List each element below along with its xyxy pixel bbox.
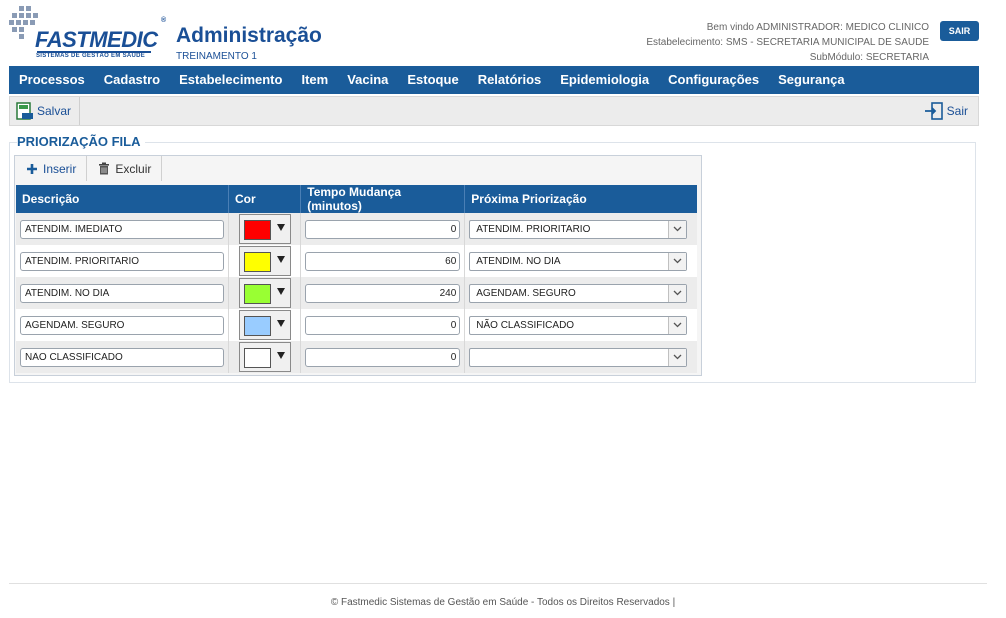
save-label: Salvar bbox=[37, 104, 72, 118]
color-swatch bbox=[244, 252, 271, 272]
chevron-down-icon bbox=[668, 220, 687, 238]
color-picker[interactable] bbox=[239, 342, 291, 372]
color-swatch bbox=[244, 284, 271, 304]
caret-down-icon bbox=[277, 352, 285, 359]
grid-header-row: Descrição Cor Tempo Mudança (minutos) Pr… bbox=[16, 185, 697, 213]
caret-down-icon bbox=[277, 224, 285, 231]
fastmedic-logo: FASTMEDIC ® SISTEMAS DE GESTÃO EM SAÚDE bbox=[9, 6, 166, 62]
main-menu: Processos Cadastro Estabelecimento Item … bbox=[9, 66, 979, 94]
color-swatch bbox=[244, 316, 271, 336]
select-value: ATENDIM. PRIORITARIO bbox=[476, 223, 591, 235]
description-input[interactable] bbox=[20, 251, 224, 271]
plus-icon bbox=[27, 163, 37, 174]
time-input[interactable] bbox=[305, 315, 461, 335]
column-header-tempo[interactable]: Tempo Mudança (minutos) bbox=[300, 185, 466, 213]
chevron-down-icon bbox=[668, 284, 687, 302]
footer-divider bbox=[9, 583, 987, 584]
menu-item-item[interactable]: Item bbox=[291, 66, 337, 94]
logo-wordmark: FASTMEDIC ® bbox=[35, 17, 166, 52]
column-header-descricao[interactable]: Descrição bbox=[16, 185, 229, 213]
table-row: NÃO CLASSIFICADO bbox=[16, 309, 697, 341]
color-picker[interactable] bbox=[239, 246, 291, 276]
color-picker[interactable] bbox=[239, 278, 291, 308]
delete-label: Excluir bbox=[115, 161, 152, 176]
save-button[interactable]: Salvar bbox=[16, 97, 81, 125]
time-input[interactable] bbox=[305, 283, 461, 303]
panel-title: PRIORIZAÇÃO FILA bbox=[17, 134, 145, 149]
next-priority-select[interactable]: ATENDIM. NO DIA bbox=[469, 251, 688, 271]
menu-item-estoque[interactable]: Estoque bbox=[397, 66, 467, 94]
select-value: AGENDAM. SEGURO bbox=[476, 287, 576, 299]
next-priority-select[interactable] bbox=[469, 347, 688, 367]
insert-button[interactable]: Inserir bbox=[15, 156, 88, 181]
time-input[interactable] bbox=[305, 219, 461, 239]
welcome-info: Bem vindo ADMINISTRADOR: MEDICO CLINICO … bbox=[646, 20, 929, 65]
caret-down-icon bbox=[277, 256, 285, 263]
menu-item-relatorios[interactable]: Relatórios bbox=[468, 66, 551, 94]
menu-item-seguranca[interactable]: Segurança bbox=[768, 66, 853, 94]
column-header-proxima[interactable]: Próxima Priorização bbox=[464, 185, 697, 213]
app-subtitle: TREINAMENTO 1 bbox=[176, 51, 257, 62]
exit-label: Sair bbox=[946, 104, 968, 118]
footer-copyright: © Fastmedic Sistemas de Gestão em Saúde … bbox=[330, 597, 676, 608]
column-header-cor[interactable]: Cor bbox=[228, 185, 302, 213]
logout-button[interactable]: SAIR bbox=[940, 21, 979, 41]
next-priority-select[interactable]: AGENDAM. SEGURO bbox=[469, 283, 688, 303]
chevron-down-icon bbox=[668, 316, 687, 334]
description-input[interactable] bbox=[20, 315, 224, 335]
description-input[interactable] bbox=[20, 347, 224, 367]
menu-item-estabelecimento[interactable]: Estabelecimento bbox=[169, 66, 291, 94]
grid-toolbar: Inserir Excluir bbox=[15, 156, 163, 181]
exit-button[interactable]: Sair bbox=[924, 97, 968, 125]
description-input[interactable] bbox=[20, 219, 224, 239]
vertical-scrollbar[interactable] bbox=[990, 0, 1006, 618]
chevron-down-icon bbox=[668, 252, 687, 270]
next-priority-select[interactable]: ATENDIM. PRIORITARIO bbox=[469, 219, 688, 239]
color-swatch bbox=[244, 220, 271, 240]
time-input[interactable] bbox=[305, 251, 461, 271]
description-input[interactable] bbox=[20, 283, 224, 303]
logo-tagline: SISTEMAS DE GESTÃO EM SAÚDE bbox=[36, 53, 146, 59]
delete-button[interactable]: Excluir bbox=[87, 156, 163, 181]
menu-item-epidemiologia[interactable]: Epidemiologia bbox=[550, 66, 658, 94]
caret-down-icon bbox=[277, 288, 285, 295]
select-value: ATENDIM. NO DIA bbox=[476, 255, 561, 267]
app-title: Administração bbox=[176, 24, 322, 47]
menu-item-vacina[interactable]: Vacina bbox=[337, 66, 397, 94]
time-input[interactable] bbox=[305, 347, 461, 367]
welcome-submodule: SubMódulo: SECRETARIA bbox=[809, 52, 929, 63]
welcome-establishment: Estabelecimento: SMS - SECRETARIA MUNICI… bbox=[646, 37, 929, 48]
chevron-down-icon bbox=[668, 348, 687, 366]
color-swatch bbox=[244, 348, 271, 368]
table-row: ATENDIM. PRIORITARIO bbox=[16, 213, 697, 245]
save-icon bbox=[16, 102, 33, 120]
trash-icon bbox=[99, 162, 110, 175]
exit-door-icon bbox=[924, 102, 943, 120]
color-picker[interactable] bbox=[239, 310, 291, 340]
table-row: ATENDIM. NO DIA bbox=[16, 245, 697, 277]
caret-down-icon bbox=[277, 320, 285, 327]
color-picker[interactable] bbox=[239, 214, 291, 244]
insert-label: Inserir bbox=[43, 161, 77, 176]
action-toolbar: Salvar Sair bbox=[9, 96, 979, 126]
menu-item-configuracoes[interactable]: Configurações bbox=[658, 66, 768, 94]
menu-item-cadastro[interactable]: Cadastro bbox=[94, 66, 169, 94]
select-value: NÃO CLASSIFICADO bbox=[476, 319, 575, 331]
next-priority-select[interactable]: NÃO CLASSIFICADO bbox=[469, 315, 688, 335]
table-row bbox=[16, 341, 697, 373]
table-row: AGENDAM. SEGURO bbox=[16, 277, 697, 309]
welcome-user: Bem vindo ADMINISTRADOR: MEDICO CLINICO bbox=[706, 22, 929, 33]
page: FASTMEDIC ® SISTEMAS DE GESTÃO EM SAÚDE A… bbox=[0, 0, 1006, 618]
priority-grid: Descrição Cor Tempo Mudança (minutos) Pr… bbox=[16, 185, 697, 373]
menu-item-processos[interactable]: Processos bbox=[9, 66, 94, 94]
